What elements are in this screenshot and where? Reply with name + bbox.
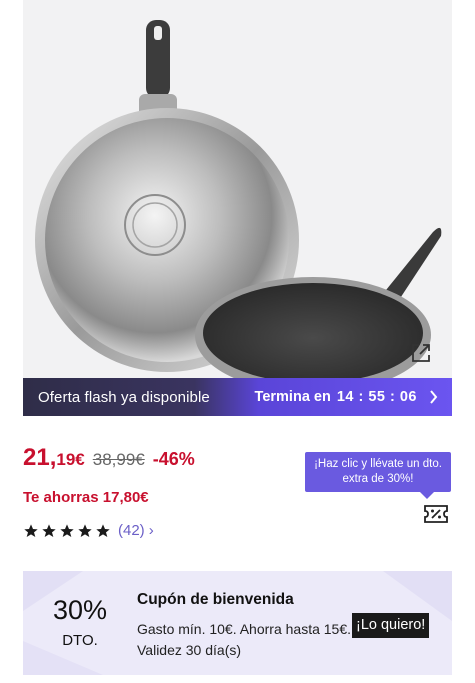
frying-pans-illustration [35,20,442,378]
savings-text: Te ahorras 17,80€ [23,489,149,506]
star-icon [78,523,92,537]
countdown-label: Termina en [254,389,331,405]
chevron-right-icon [429,390,438,404]
coupon-title: Cupón de bienvenida [137,591,294,608]
claim-coupon-button[interactable]: ¡Lo quiero! [352,613,430,638]
flash-sale-bar[interactable]: Oferta flash ya disponible Termina en 14… [23,378,452,416]
current-price-decimal: 19€ [56,450,85,469]
star-rating [23,523,113,539]
welcome-coupon-card: 30% DTO. Cupón de bienvenida Gasto mín. … [23,571,452,675]
rating-row[interactable]: (42) › [23,522,154,539]
flash-sale-label: Oferta flash ya disponible [38,388,210,406]
product-image[interactable] [23,0,452,378]
price-row: 21, 19€ 38,99€ -46% [23,444,195,472]
flash-countdown: Termina en 14 : 55 : 06 [255,389,452,405]
star-icon [24,523,38,537]
external-link-icon [412,344,430,362]
star-icon [60,523,74,537]
coupon-percent: 30% [52,595,108,625]
coupon-description: Gasto mín. 10€. Ahorra hasta 15€. Valide… [137,621,352,658]
star-icon [96,523,110,537]
external-link-button[interactable] [410,342,436,368]
countdown-timer: 14 : 55 : 06 [336,389,417,405]
coupon-dto-label: DTO. [62,632,98,649]
coupon-icon[interactable] [423,503,449,525]
current-price-integer: 21, [23,444,57,471]
extra-discount-tooltip: ¡Haz clic y llévate un dto. extra de 30%… [305,452,451,499]
discount-badge: -46% [152,449,195,469]
reviews-chevron-icon: › [148,522,154,539]
review-count[interactable]: (42) [118,522,145,539]
star-icon [42,523,56,537]
original-price: 38,99€ [92,450,145,469]
